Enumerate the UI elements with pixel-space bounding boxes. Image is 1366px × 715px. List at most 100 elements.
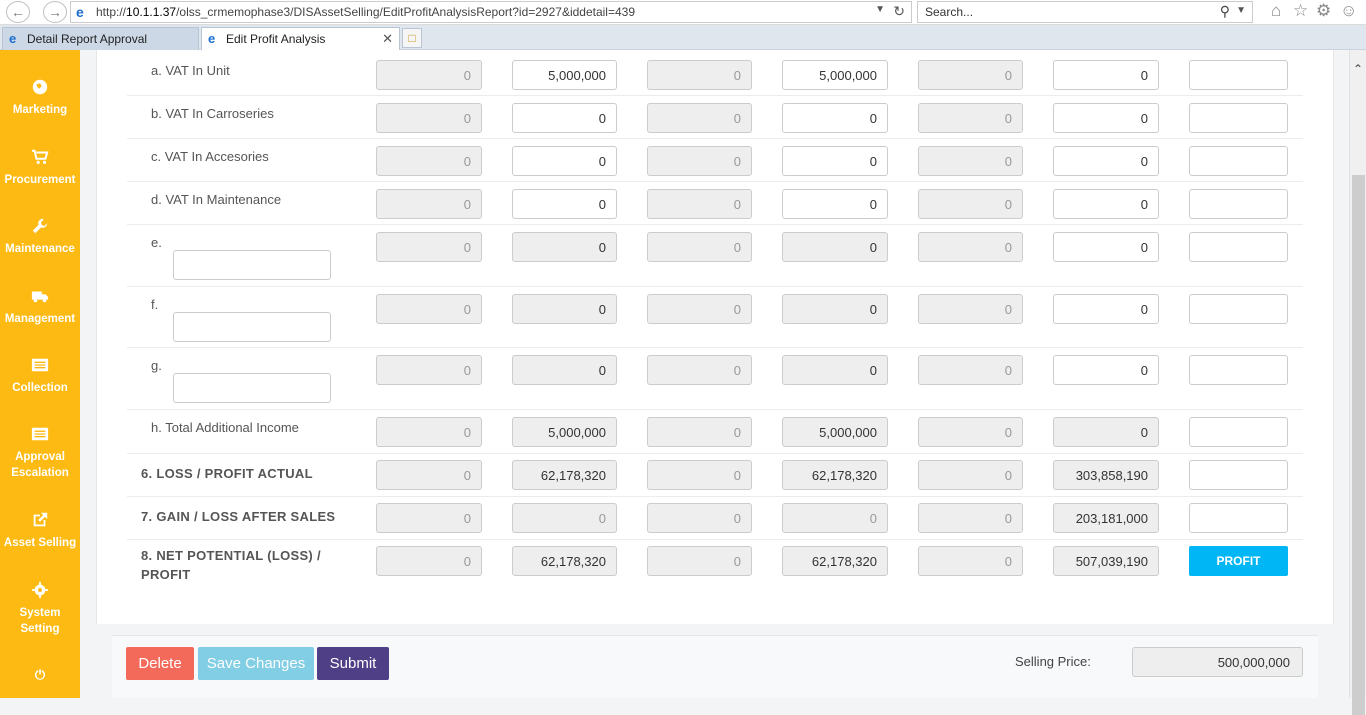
sidebar-item-marketing[interactable]: Marketing <box>0 78 80 118</box>
value-field: 0 <box>647 189 752 219</box>
globe-icon <box>30 78 50 96</box>
search-icon[interactable]: ⚲ <box>1220 3 1230 20</box>
value-field: 0 <box>376 189 482 219</box>
row-label: 8. NET POTENTIAL (LOSS) / PROFIT <box>141 546 321 584</box>
search-dropdown-icon[interactable]: ▼ <box>1236 5 1246 16</box>
value-field[interactable]: 0 <box>1053 189 1159 219</box>
list-icon <box>30 356 50 374</box>
value-field[interactable]: 5,000,000 <box>782 60 888 90</box>
page-scrollbar[interactable]: ⌃ <box>1349 50 1366 715</box>
value-field[interactable]: 0 <box>1053 232 1159 262</box>
value-field: 303,858,190 <box>1053 460 1159 490</box>
value-field: 0 <box>647 294 752 324</box>
value-field: 0 <box>647 146 752 176</box>
row-label: a. VAT In Unit <box>151 63 230 78</box>
value-field: 0 <box>647 417 752 447</box>
delete-button[interactable]: Delete <box>126 647 194 680</box>
scroll-up-icon[interactable]: ⌃ <box>1353 62 1363 76</box>
refresh-icon[interactable]: ↻ <box>893 3 905 20</box>
row-label: f. <box>151 297 159 312</box>
custom-label-input[interactable] <box>173 312 331 342</box>
value-field[interactable]: 0 <box>1053 146 1159 176</box>
url-dropdown-icon[interactable]: ▼ <box>875 4 885 15</box>
value-field: 0 <box>918 503 1023 533</box>
value-field: 62,178,320 <box>512 546 617 576</box>
scrollbar-thumb[interactable] <box>1352 175 1365 715</box>
new-tab-icon[interactable]: □ <box>402 28 422 48</box>
remark-field[interactable] <box>1189 460 1288 490</box>
url-field[interactable]: e http://10.1.1.37/olss_crmemophase3/DIS… <box>70 1 912 23</box>
value-field[interactable]: 0 <box>782 189 888 219</box>
power-icon[interactable]: ⏻ <box>0 667 80 683</box>
feedback-smiley-icon[interactable]: ☺ <box>1340 1 1357 21</box>
row-label: c. VAT In Accesories <box>151 149 269 164</box>
value-field: 0 <box>512 232 617 262</box>
table-row: e. 0 0 0 0 0 0 <box>127 225 1303 287</box>
remark-field[interactable] <box>1189 146 1288 176</box>
custom-label-input[interactable] <box>173 373 331 403</box>
sidebar-item-management[interactable]: Management <box>0 287 80 327</box>
custom-label-input[interactable] <box>173 250 331 280</box>
sidebar-item-label: Marketing <box>12 104 68 116</box>
favorites-star-icon[interactable]: ☆ <box>1293 1 1308 21</box>
value-field: 0 <box>647 546 752 576</box>
value-field[interactable]: 0 <box>782 103 888 133</box>
value-field: 507,039,190 <box>1053 546 1159 576</box>
value-field[interactable]: 5,000,000 <box>512 60 617 90</box>
search-placeholder: Search... <box>925 5 974 19</box>
value-field: 0 <box>647 460 752 490</box>
value-field: 0 <box>918 546 1023 576</box>
close-tab-icon[interactable]: ✕ <box>382 31 393 47</box>
sidebar-item-asset-selling[interactable]: Asset Selling <box>0 511 80 551</box>
value-field: 5,000,000 <box>512 417 617 447</box>
row-label-line: PROFIT <box>141 567 191 582</box>
value-field: 0 <box>918 417 1023 447</box>
value-field[interactable]: 0 <box>1053 355 1159 385</box>
value-field[interactable]: 0 <box>512 189 617 219</box>
submit-button[interactable]: Submit <box>317 647 389 680</box>
value-field: 0 <box>782 503 888 533</box>
value-field[interactable]: 0 <box>782 146 888 176</box>
table-row: a. VAT In Unit 0 5,000,000 0 5,000,000 0… <box>127 53 1303 96</box>
remark-field[interactable] <box>1189 103 1288 133</box>
save-changes-button[interactable]: Save Changes <box>198 647 314 680</box>
search-input[interactable]: Search... ⚲ ▼ <box>917 1 1253 23</box>
back-icon[interactable]: ← <box>6 1 30 23</box>
remark-field[interactable] <box>1189 355 1288 385</box>
browser-address-bar: ← → e http://10.1.1.37/olss_crmemophase3… <box>0 0 1366 25</box>
row-label: d. VAT In Maintenance <box>151 192 282 207</box>
tab-label: Edit Profit Analysis <box>226 32 326 46</box>
sidebar-item-procurement[interactable]: Procurement <box>0 148 80 188</box>
value-field[interactable]: 0 <box>512 103 617 133</box>
value-field[interactable]: 0 <box>1053 60 1159 90</box>
value-field: 0 <box>376 294 482 324</box>
sidebar-item-maintenance[interactable]: Maintenance <box>0 217 80 257</box>
table-row: 8. NET POTENTIAL (LOSS) / PROFIT 0 62,178… <box>127 540 1303 590</box>
remark-field[interactable] <box>1189 503 1288 533</box>
remark-field[interactable] <box>1189 294 1288 324</box>
value-field[interactable]: 0 <box>1053 103 1159 133</box>
settings-gear-icon[interactable]: ⚙ <box>1316 1 1331 21</box>
forward-icon[interactable]: → <box>43 1 67 23</box>
value-field: 0 <box>376 232 482 262</box>
home-icon[interactable]: ⌂ <box>1271 1 1281 21</box>
value-field: 0 <box>647 103 752 133</box>
sidebar: Marketing Procurement Maintenance Manage… <box>0 50 80 698</box>
tab-edit-profit-analysis[interactable]: e Edit Profit Analysis ✕ <box>201 27 400 50</box>
selling-price-field: 500,000,000 <box>1132 647 1303 677</box>
tab-detail-report-approval[interactable]: e Detail Report Approval <box>2 27 199 50</box>
remark-field[interactable] <box>1189 232 1288 262</box>
sidebar-item-approval-escalation[interactable]: Approval Escalation <box>0 425 80 481</box>
value-field: 0 <box>376 60 482 90</box>
profit-status-badge: PROFIT <box>1189 546 1288 576</box>
sidebar-item-system-setting[interactable]: System Setting <box>0 581 80 637</box>
remark-field[interactable] <box>1189 417 1288 447</box>
value-field[interactable]: 0 <box>1053 294 1159 324</box>
value-field: 0 <box>918 60 1023 90</box>
value-field: 62,178,320 <box>512 460 617 490</box>
value-field[interactable]: 0 <box>512 146 617 176</box>
table-row: d. VAT In Maintenance 0 0 0 0 0 0 <box>127 182 1303 225</box>
remark-field[interactable] <box>1189 60 1288 90</box>
remark-field[interactable] <box>1189 189 1288 219</box>
sidebar-item-collection[interactable]: Collection <box>0 356 80 396</box>
